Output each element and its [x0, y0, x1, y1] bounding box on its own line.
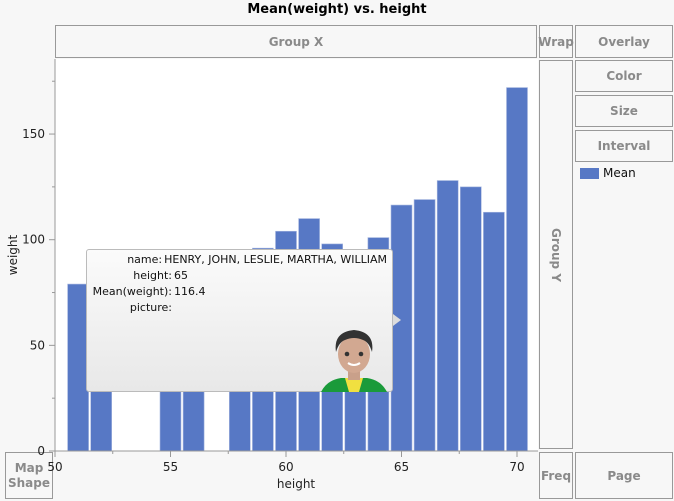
overlay-zone[interactable]: Overlay	[575, 25, 673, 58]
bar	[390, 204, 413, 452]
tooltip-row-height: height: 65	[87, 269, 387, 282]
bar	[506, 87, 528, 452]
tooltip-value: 116.4	[174, 285, 206, 298]
wrap-zone[interactable]: Wrap	[538, 25, 574, 58]
avatar-picture	[321, 330, 387, 392]
tooltip-label: height:	[133, 269, 172, 282]
freq-zone[interactable]: Freq	[539, 452, 573, 499]
hover-tooltip: name: HENRY, JOHN, LESLIE, MARTHA, WILLI…	[86, 249, 393, 392]
group-y-label: Group Y	[549, 227, 564, 282]
page-zone[interactable]: Page	[575, 452, 673, 499]
tooltip-value	[172, 301, 174, 314]
tooltip-label: name:	[127, 253, 163, 266]
group-y-zone[interactable]: Group Y	[539, 60, 573, 449]
y-tick-label: 150	[22, 127, 45, 141]
x-tick-label: 55	[163, 460, 178, 474]
tooltip-pointer	[393, 314, 401, 326]
bar	[413, 199, 436, 452]
y-tick-label: 100	[22, 233, 45, 247]
tooltip-row-mean: Mean(weight): 116.4	[87, 285, 387, 298]
bar	[436, 180, 459, 452]
chart-title: Mean(weight) vs. height	[247, 2, 427, 17]
tooltip-value: 65	[174, 269, 188, 282]
x-tick-label: 65	[394, 460, 409, 474]
legend-swatch	[580, 167, 599, 179]
bar	[483, 211, 505, 452]
x-tick-label: 60	[278, 460, 293, 474]
tooltip-value: HENRY, JOHN, LESLIE, MARTHA, WILLIAM	[164, 253, 387, 266]
color-zone[interactable]: Color	[575, 60, 673, 92]
y-tick-label: 50	[30, 338, 45, 352]
interval-zone[interactable]: Interval	[575, 130, 673, 162]
group-x-zone[interactable]: Group X	[55, 25, 537, 58]
legend-label: Mean	[603, 166, 636, 180]
size-zone[interactable]: Size	[575, 95, 673, 127]
bar	[459, 186, 482, 452]
tooltip-row-picture: picture:	[87, 301, 387, 314]
tooltip-row-name: name: HENRY, JOHN, LESLIE, MARTHA, WILLI…	[87, 253, 387, 266]
tooltip-label: picture:	[129, 301, 172, 314]
tooltip-label: Mean(weight):	[92, 285, 172, 298]
x-tick-label: 70	[509, 460, 524, 474]
x-axis-label: height	[277, 477, 316, 491]
legend: Mean	[580, 166, 636, 180]
map-shape-zone[interactable]: Map Shape	[5, 452, 53, 499]
y-axis-label: weight	[6, 234, 20, 275]
